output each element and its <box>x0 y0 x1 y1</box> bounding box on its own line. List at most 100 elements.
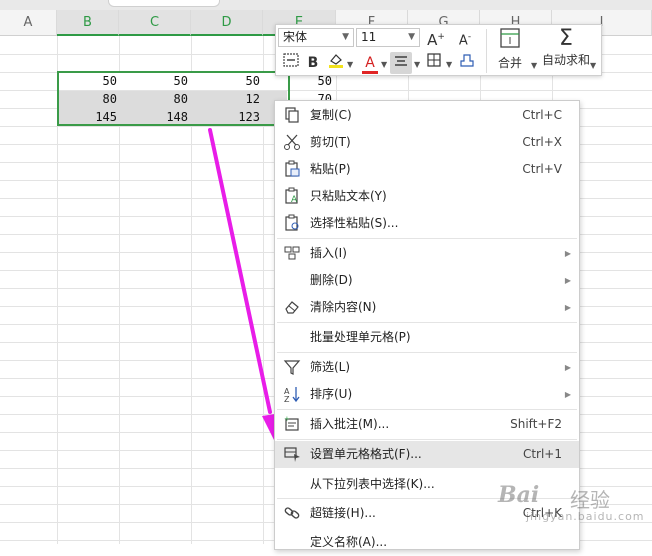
menu-item-cut[interactable]: 剪切(T) Ctrl+X <box>275 129 579 156</box>
sigma-icon: Σ <box>559 26 573 51</box>
column-header-d[interactable]: D <box>191 10 263 36</box>
menu-item-label: 插入批注(M)... <box>310 417 390 431</box>
menu-separator <box>277 498 577 499</box>
cut-icon <box>284 134 300 150</box>
column-header-a[interactable]: A <box>0 10 57 36</box>
fill-color-icon[interactable] <box>325 52 347 74</box>
menu-item-shortcut: Ctrl+K <box>522 506 562 520</box>
chevron-down-icon[interactable]: ▼ <box>381 60 387 69</box>
autosum-button[interactable]: Σ 自动求和 <box>537 27 595 68</box>
context-menu: 复制(C) Ctrl+C 剪切(T) Ctrl+X 粘贴(P) Ctrl+V A… <box>274 100 580 550</box>
menu-item-label: 只粘贴文本(Y) <box>310 189 387 203</box>
submenu-arrow-icon: ▶ <box>564 303 571 312</box>
column-header-c[interactable]: C <box>119 10 191 36</box>
menu-item-label: 选择性粘贴(S)... <box>310 216 399 230</box>
paste-special-icon <box>285 214 299 231</box>
menu-item-batch-process[interactable]: 批量处理单元格(P) <box>275 324 579 351</box>
menu-item-shortcut: Ctrl+X <box>522 135 562 149</box>
insert-icon <box>284 246 300 260</box>
link-icon <box>284 507 300 519</box>
submenu-arrow-icon: ▶ <box>564 249 571 258</box>
menu-item-insert-comment[interactable]: + 插入批注(M)... Shift+F2 <box>275 411 579 438</box>
menu-item-sort[interactable]: AZ 排序(U) ▶ <box>275 381 579 408</box>
chevron-down-icon[interactable]: ▼ <box>414 60 420 69</box>
font-name-select[interactable]: 宋体 ▼ <box>278 28 354 47</box>
borders-icon[interactable] <box>423 52 445 74</box>
menu-item-shortcut: Ctrl+1 <box>522 447 562 461</box>
column-header-b[interactable]: B <box>57 10 119 36</box>
decrease-font-size-icon[interactable]: A- <box>454 26 476 48</box>
copy-icon <box>285 107 299 123</box>
menu-item-label: 筛选(L) <box>310 360 351 374</box>
menu-item-shortcut: Ctrl+C <box>522 108 562 122</box>
filter-icon <box>283 360 301 375</box>
menu-item-label: 插入(I) <box>310 246 347 260</box>
eraser-icon <box>285 301 299 314</box>
menu-item-label: 剪切(T) <box>310 135 351 149</box>
menu-separator <box>277 322 577 323</box>
comment-icon: + <box>284 415 299 431</box>
menu-item-label: 定义名称(A)... <box>310 535 388 549</box>
menu-item-label: 复制(C) <box>310 108 352 122</box>
chevron-down-icon[interactable]: ▼ <box>590 61 596 70</box>
chevron-down-icon: ▼ <box>342 32 349 42</box>
menu-item-hyperlink[interactable]: 超链接(H)... Ctrl+K <box>275 500 579 527</box>
menu-item-label: 排序(U) <box>310 387 353 401</box>
menu-item-label: 设置单元格格式(F)... <box>310 447 422 461</box>
selection-border <box>57 71 290 126</box>
menu-item-paste[interactable]: 粘贴(P) Ctrl+V <box>275 156 579 183</box>
menu-item-label: 粘贴(P) <box>310 162 351 176</box>
menu-separator <box>277 439 577 440</box>
menu-item-paste-special[interactable]: 选择性粘贴(S)... <box>275 210 579 237</box>
menu-item-delete[interactable]: 删除(D) ▶ <box>275 267 579 294</box>
chevron-down-icon: ▼ <box>408 32 415 42</box>
format-cells-icon <box>284 447 300 462</box>
menu-item-clear-contents[interactable]: 清除内容(N) ▶ <box>275 294 579 321</box>
submenu-arrow-icon: ▶ <box>564 363 571 372</box>
menu-item-shortcut: Shift+F2 <box>510 417 562 431</box>
menu-item-label: 批量处理单元格(P) <box>310 330 411 344</box>
menu-separator <box>277 238 577 239</box>
svg-text:A: A <box>291 195 298 205</box>
chevron-down-icon[interactable]: ▼ <box>446 60 452 69</box>
merge-button[interactable]: 合并 <box>490 27 530 71</box>
menu-item-copy[interactable]: 复制(C) Ctrl+C <box>275 102 579 129</box>
align-center-icon[interactable] <box>390 52 412 74</box>
bold-button[interactable]: B <box>302 52 324 74</box>
submenu-arrow-icon: ▶ <box>564 390 571 399</box>
document-tab-strip <box>0 0 652 10</box>
menu-item-label: 清除内容(N) <box>310 300 377 314</box>
menu-item-pick-from-list[interactable]: 从下拉列表中选择(K)... <box>275 471 579 498</box>
menu-item-label: 从下拉列表中选择(K)... <box>310 477 435 491</box>
sort-icon: AZ <box>284 387 300 403</box>
menu-item-label: 删除(D) <box>310 273 353 287</box>
submenu-arrow-icon: ▶ <box>564 276 571 285</box>
svg-text:Z: Z <box>284 395 290 403</box>
menu-item-paste-text-only[interactable]: A 只粘贴文本(Y) <box>275 183 579 210</box>
merge-cells-icon <box>500 28 520 48</box>
font-name-value: 宋体 <box>283 30 308 44</box>
font-size-select[interactable]: 11 ▼ <box>356 28 420 47</box>
clear-format-icon[interactable] <box>456 52 478 74</box>
chevron-down-icon[interactable]: ▼ <box>347 60 353 69</box>
floating-format-toolbar: 宋体 ▼ 11 ▼ A+ A- B ▼ A ▼ ▼ ▼ 合并 ▼ Σ 自动求和 … <box>275 24 602 76</box>
autosum-label: 自动求和 <box>541 53 590 67</box>
svg-text:+: + <box>284 415 290 423</box>
increase-font-size-icon[interactable]: A+ <box>425 26 447 49</box>
menu-item-define-name[interactable]: 定义名称(A)... <box>275 529 579 556</box>
paste-icon <box>285 160 300 177</box>
paste-text-icon: A <box>285 187 298 205</box>
menu-separator <box>277 352 577 353</box>
menu-item-shortcut: Ctrl+V <box>522 162 562 176</box>
document-tab[interactable] <box>108 0 220 7</box>
merge-label: 合并 <box>497 56 522 70</box>
menu-item-label: 超链接(H)... <box>310 506 376 520</box>
menu-item-format-cells[interactable]: 设置单元格格式(F)... Ctrl+1 <box>275 441 579 468</box>
toolbar-separator <box>486 29 487 73</box>
font-size-value: 11 <box>361 30 377 44</box>
format-painter-icon[interactable] <box>280 52 302 74</box>
font-color-swatch <box>362 71 378 74</box>
menu-item-insert[interactable]: 插入(I) ▶ <box>275 240 579 267</box>
menu-item-filter[interactable]: 筛选(L) ▶ <box>275 354 579 381</box>
menu-separator <box>277 409 577 410</box>
